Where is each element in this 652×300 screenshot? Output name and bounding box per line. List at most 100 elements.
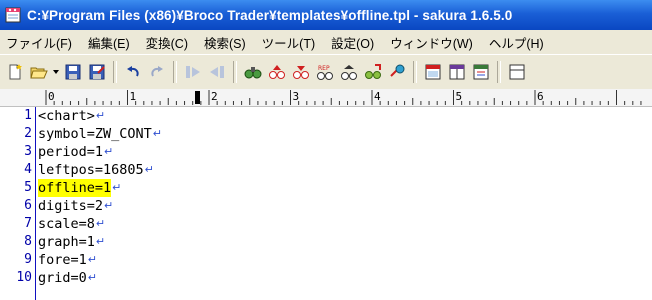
jump-forward-icon	[210, 66, 224, 78]
toolbar-separator	[497, 61, 501, 83]
redo-icon	[151, 66, 163, 77]
layout-icon	[509, 64, 525, 80]
ruler-label: 0	[48, 90, 55, 103]
menu-help[interactable]: ヘルプ(H)	[481, 33, 552, 52]
grep-button[interactable]	[338, 61, 360, 83]
new-file-button[interactable]	[4, 61, 26, 83]
ruler-label: 5	[456, 90, 463, 103]
line-end-icon: ↵	[104, 199, 114, 212]
tag-jump-icon	[390, 64, 405, 77]
outline-window-icon	[425, 64, 441, 80]
editor-line[interactable]: 5 offline=1 ↵	[24, 179, 162, 197]
line-text: period=1	[38, 144, 104, 160]
line-end-icon: ↵	[152, 127, 163, 140]
text-content[interactable]: 1 <chart> ↵ 2 symbol=ZW_CONT ↵ 3 period=1 ↵ 4 left…	[16, 107, 163, 287]
search-next-button[interactable]	[290, 61, 312, 83]
undo-icon	[127, 66, 139, 77]
jump-back-icon	[186, 66, 200, 78]
editor-line[interactable]: 10 grid=0 ↵	[16, 269, 162, 287]
save-as-icon	[89, 64, 105, 80]
split-window-icon	[449, 64, 465, 80]
editor-line[interactable]: 2 symbol=ZW_CONT ↵	[24, 125, 163, 143]
save-as-button[interactable]	[86, 61, 108, 83]
line-number: 10	[16, 270, 32, 285]
split-window-button[interactable]	[446, 61, 468, 83]
replace-button[interactable]: REP	[314, 61, 336, 83]
editor-line[interactable]: 8 graph=1 ↵	[24, 233, 162, 251]
line-number: 6	[24, 198, 32, 213]
ruler-label: 2	[211, 90, 218, 103]
line-text: leftpos=16805	[38, 162, 144, 178]
menu-settings[interactable]: 設定(O)	[323, 33, 382, 52]
window-title: C:¥Program Files (x86)¥Broco Trader¥temp…	[27, 7, 513, 23]
menu-window[interactable]: ウィンドウ(W)	[382, 33, 481, 52]
jump-back-button[interactable]	[182, 61, 204, 83]
save-disk-icon	[65, 64, 81, 80]
line-number: 4	[24, 162, 32, 177]
save-button[interactable]	[62, 61, 84, 83]
replace-icon: REP	[317, 65, 333, 80]
ruler-label: 3	[293, 90, 300, 103]
dropdown-arrow-icon	[53, 70, 59, 74]
line-text: scale=8	[38, 216, 95, 232]
toolbar-separator	[173, 61, 177, 83]
line-number: 7	[24, 216, 32, 231]
line-end-icon: ↵	[112, 181, 122, 194]
editor-area[interactable]: 0 1 2 3 4 5 6 1 <chart> ↵ 2 symbol=ZW_CONT ↵ 3 period…	[0, 89, 652, 300]
ruler-label: 1	[130, 90, 137, 103]
open-folder-icon	[30, 67, 48, 79]
toolbar-separator	[113, 61, 117, 83]
mark-search-button[interactable]	[362, 61, 384, 83]
mark-search-icon	[365, 64, 381, 79]
jump-forward-button[interactable]	[206, 61, 228, 83]
menu-bar: ファイル(F) 編集(E) 変換(C) 検索(S) ツール(T) 設定(O) ウ…	[0, 30, 652, 54]
line-end-icon: ↵	[95, 235, 106, 248]
line-end-icon: ↵	[87, 253, 97, 266]
toolbar: REP	[0, 54, 652, 90]
ruler-label: 4	[374, 90, 381, 103]
compare-icon	[473, 64, 489, 80]
line-end-icon: ↵	[95, 109, 106, 122]
menu-tools[interactable]: ツール(T)	[254, 33, 323, 52]
line-text: fore=1	[38, 252, 87, 268]
ruler-caret-marker	[195, 91, 200, 104]
menu-edit[interactable]: 編集(E)	[80, 33, 138, 52]
outline-button[interactable]	[422, 61, 444, 83]
redo-button[interactable]	[146, 61, 168, 83]
menu-file[interactable]: ファイル(F)	[0, 33, 80, 52]
column-ruler: 0 1 2 3 4 5 6	[0, 89, 652, 107]
highlighted-line-text: offline=1	[38, 179, 112, 197]
svg-text:REP: REP	[318, 65, 330, 72]
search-down-icon	[293, 66, 309, 79]
open-file-button[interactable]	[28, 61, 50, 83]
line-end-icon: ↵	[87, 271, 97, 284]
search-previous-button[interactable]	[266, 61, 288, 83]
undo-button[interactable]	[122, 61, 144, 83]
editor-line[interactable]: 4 leftpos=16805 ↵	[24, 161, 162, 179]
new-file-icon	[9, 64, 22, 80]
line-number: 9	[24, 252, 32, 267]
editor-line[interactable]: 6 digits=2 ↵	[24, 197, 162, 215]
compare-button[interactable]	[470, 61, 492, 83]
open-recent-dropdown[interactable]	[52, 61, 60, 83]
line-end-icon: ↵	[95, 217, 106, 230]
editor-line[interactable]: 3 period=1 ↵	[24, 143, 162, 161]
line-end-icon: ↵	[104, 145, 114, 158]
menu-convert[interactable]: 変換(C)	[138, 33, 196, 52]
search-up-icon	[269, 65, 285, 79]
editor-line[interactable]: 9 fore=1 ↵	[24, 251, 162, 269]
menu-search[interactable]: 検索(S)	[196, 33, 254, 52]
ruler-label: 6	[537, 90, 544, 103]
sakura-editor-window: C:¥Program Files (x86)¥Broco Trader¥temp…	[0, 0, 652, 300]
sakura-notepad-icon	[5, 7, 21, 23]
editor-line[interactable]: 7 scale=8 ↵	[24, 215, 162, 233]
tag-jump-button[interactable]	[386, 61, 408, 83]
grep-icon	[341, 65, 357, 80]
title-bar[interactable]: C:¥Program Files (x86)¥Broco Trader¥temp…	[0, 0, 652, 30]
search-button[interactable]	[242, 61, 264, 83]
toolbar-separator	[233, 61, 237, 83]
more-toolbar-button[interactable]	[506, 61, 528, 83]
line-text: symbol=ZW_CONT	[38, 126, 152, 142]
line-number: 5	[24, 180, 32, 195]
editor-line[interactable]: 1 <chart> ↵	[24, 107, 162, 125]
